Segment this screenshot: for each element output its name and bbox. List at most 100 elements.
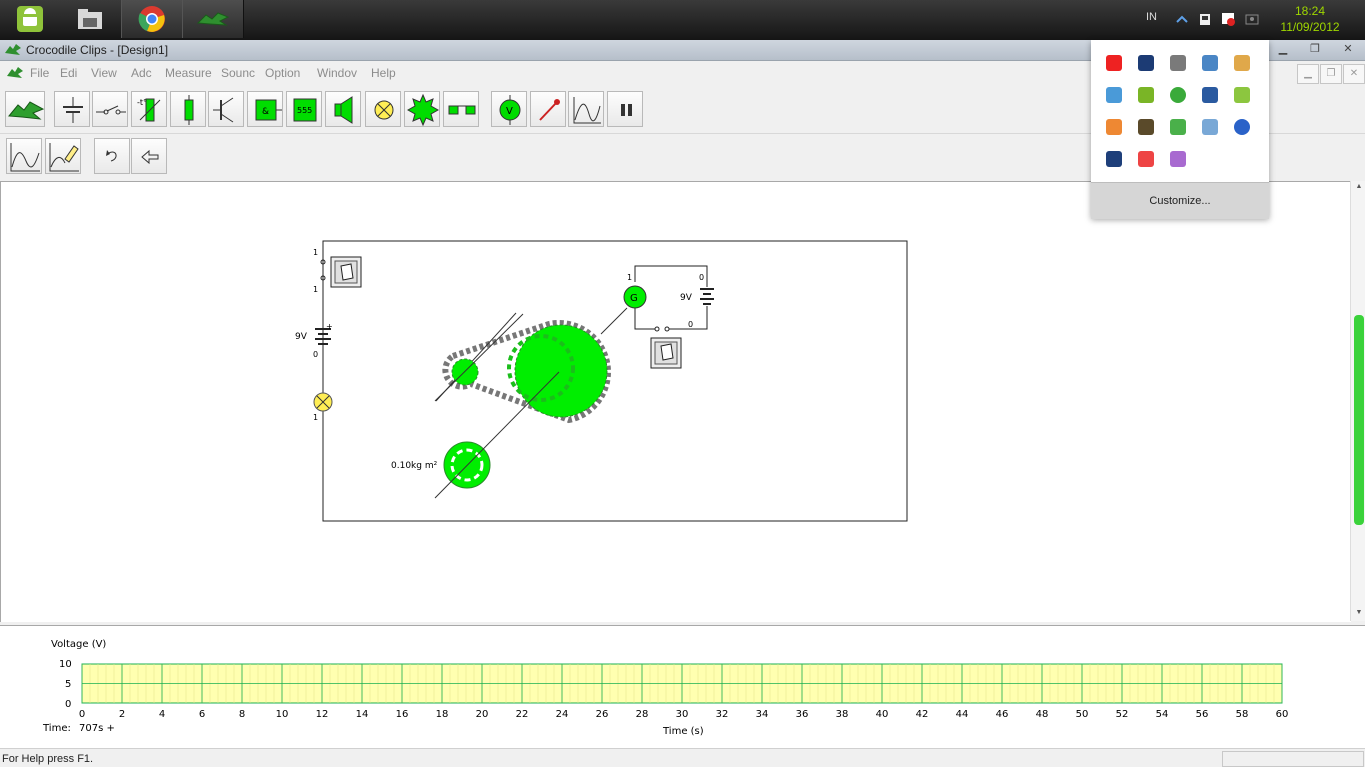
ic-555-icon[interactable]: 555 xyxy=(286,91,322,127)
menu-edit[interactable]: Edi xyxy=(60,66,77,80)
x-tick: 18 xyxy=(436,709,449,720)
undo-icon[interactable] xyxy=(94,138,130,174)
voltage-graph-panel: Voltage (V) 10 5 0 0 2 4 6 8 10 12 14 16 18 20 22 24… xyxy=(0,625,1365,748)
window-title: Crocodile Clips - [Design1] xyxy=(26,43,169,57)
menu-file[interactable]: File xyxy=(30,66,49,80)
capacitor-icon[interactable] xyxy=(54,91,90,127)
scroll-thumb[interactable] xyxy=(1354,315,1364,525)
node-label: 0 xyxy=(313,350,318,359)
language-indicator[interactable]: IN xyxy=(1146,11,1157,23)
scroll-up-arrow[interactable]: ▲ xyxy=(1354,183,1364,190)
globe-icon[interactable] xyxy=(1170,87,1186,103)
network-status-icon[interactable] xyxy=(1244,11,1260,27)
network-icon[interactable] xyxy=(1106,87,1122,103)
monitor-icon[interactable] xyxy=(1138,55,1154,71)
graph-icon[interactable] xyxy=(6,138,42,174)
volume-icon[interactable] xyxy=(1234,87,1250,103)
chevron-up-icon[interactable] xyxy=(1174,11,1190,27)
circuit-diagram: 1 1 0 1 9V + 9V 1 0 0 G 0.10kg m² xyxy=(295,240,908,522)
security-flag-icon[interactable] xyxy=(1220,11,1236,27)
status-pane xyxy=(1222,751,1364,767)
eject-icon[interactable] xyxy=(1138,87,1154,103)
feather-icon[interactable] xyxy=(1170,151,1186,167)
time-value: 707s + xyxy=(79,723,115,734)
logic-gate-icon[interactable]: & xyxy=(247,91,283,127)
info-icon[interactable] xyxy=(1234,119,1250,135)
paint-icon[interactable] xyxy=(1234,55,1250,71)
pause-icon[interactable] xyxy=(607,91,643,127)
avira-icon[interactable] xyxy=(1106,55,1122,71)
transistor-icon[interactable] xyxy=(208,91,244,127)
x-tick: 36 xyxy=(796,709,809,720)
clock-time: 18:24 xyxy=(1294,4,1326,18)
x-tick: 40 xyxy=(876,709,889,720)
x-tick: 46 xyxy=(996,709,1009,720)
minimize-button[interactable]: ▁ xyxy=(1272,42,1294,57)
gear-icon[interactable] xyxy=(404,91,440,127)
x-tick: 20 xyxy=(476,709,489,720)
thermistor-icon[interactable]: -t° xyxy=(131,91,167,127)
probe-icon[interactable] xyxy=(530,91,566,127)
voltmeter-icon[interactable]: V xyxy=(491,91,527,127)
switch-icon[interactable] xyxy=(92,91,128,127)
x-tick: 54 xyxy=(1156,709,1169,720)
folder-icon[interactable] xyxy=(60,0,120,38)
document-icon[interactable] xyxy=(6,65,24,83)
menu-measure[interactable]: Measure xyxy=(165,66,212,80)
menu-options[interactable]: Option xyxy=(265,66,300,80)
x-tick: 44 xyxy=(956,709,969,720)
display-icon[interactable] xyxy=(1202,87,1218,103)
chrome-icon[interactable] xyxy=(121,0,183,38)
update-icon[interactable] xyxy=(1202,119,1218,135)
mdi-minimize-button[interactable]: ▁ xyxy=(1297,64,1319,84)
sync-icon[interactable] xyxy=(1202,55,1218,71)
back-icon[interactable] xyxy=(131,138,167,174)
flash-icon[interactable] xyxy=(1106,119,1122,135)
virtualbox-icon[interactable] xyxy=(1106,151,1122,167)
x-tick: 38 xyxy=(836,709,849,720)
x-tick: 2 xyxy=(119,709,125,720)
x-tick: 34 xyxy=(756,709,769,720)
resistor-icon[interactable] xyxy=(170,91,206,127)
calculator-icon[interactable] xyxy=(1138,119,1154,135)
menu-view[interactable]: View xyxy=(91,66,117,80)
graph-xlabel: Time (s) xyxy=(662,726,704,737)
maximize-button[interactable]: ❐ xyxy=(1304,42,1326,57)
y-tick: 5 xyxy=(65,679,71,690)
x-tick: 48 xyxy=(1036,709,1049,720)
voltage-graph[interactable]: Voltage (V) 10 5 0 0 2 4 6 8 10 12 14 16 18 20 22 24… xyxy=(0,626,1365,748)
status-text: For Help press F1. xyxy=(2,753,94,765)
blocked-icon[interactable] xyxy=(1138,151,1154,167)
lamp-icon[interactable] xyxy=(365,91,401,127)
menu-window[interactable]: Windov xyxy=(317,66,357,80)
x-tick: 32 xyxy=(716,709,729,720)
pulley-icon[interactable] xyxy=(443,91,479,127)
design-canvas[interactable]: 1 1 0 1 9V + 9V 1 0 0 G 0.10kg m² xyxy=(0,181,1351,622)
android-icon[interactable] xyxy=(0,0,60,38)
clock[interactable]: 18:24 11/09/2012 xyxy=(1270,3,1350,35)
status-bar: For Help press F1. xyxy=(0,748,1365,767)
x-tick: 50 xyxy=(1076,709,1089,720)
x-tick: 58 xyxy=(1236,709,1249,720)
menu-help[interactable]: Help xyxy=(371,66,396,80)
mdi-close-button[interactable]: ✕ xyxy=(1343,64,1365,84)
flag-icon[interactable] xyxy=(1170,119,1186,135)
canvas-scrollbar[interactable]: ▲ ▼ xyxy=(1350,181,1365,621)
graph-icon[interactable] xyxy=(568,91,604,127)
usb-icon[interactable] xyxy=(1197,11,1213,27)
close-button[interactable]: ✕ xyxy=(1337,42,1359,57)
customize-button[interactable]: Customize... xyxy=(1091,182,1269,219)
menu-sound[interactable]: Sounc xyxy=(221,66,255,80)
x-tick: 26 xyxy=(596,709,609,720)
svg-text:-t°: -t° xyxy=(137,98,147,107)
battery-right-label: 9V xyxy=(680,293,693,303)
menu-add[interactable]: Adc xyxy=(131,66,152,80)
scroll-down-arrow[interactable]: ▼ xyxy=(1354,609,1364,616)
crocodile-clips-icon[interactable] xyxy=(182,0,244,38)
speaker-icon[interactable] xyxy=(325,91,361,127)
mdi-restore-button[interactable]: ❐ xyxy=(1320,64,1342,84)
x-tick: 16 xyxy=(396,709,409,720)
edit-graph-icon[interactable] xyxy=(45,138,81,174)
crocodile-logo-icon[interactable] xyxy=(5,91,45,127)
network-drive-icon[interactable] xyxy=(1170,55,1186,71)
